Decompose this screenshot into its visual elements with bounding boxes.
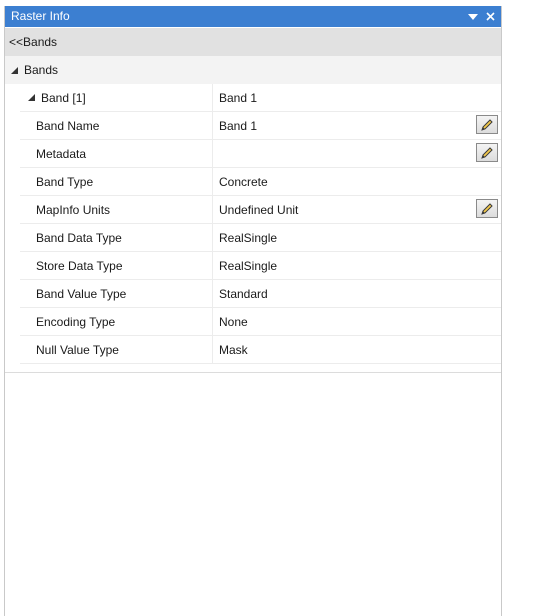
property-name: MapInfo Units [20, 196, 213, 223]
collapse-triangle-icon[interactable] [11, 66, 18, 74]
property-name: Encoding Type [20, 308, 213, 335]
property-row[interactable]: MapInfo Units Undefined Unit [20, 196, 501, 224]
back-to-bands-link[interactable]: <<Bands [5, 28, 501, 56]
property-value[interactable]: Undefined Unit [213, 196, 501, 223]
property-name: Band Name [20, 112, 213, 139]
grid-bottom-divider [5, 372, 501, 373]
property-row[interactable]: Band Data Type RealSingle [20, 224, 501, 252]
chevron-down-icon[interactable] [465, 6, 481, 27]
edit-pencil-button[interactable] [476, 143, 498, 162]
property-row[interactable]: Band Type Concrete [20, 168, 501, 196]
property-value[interactable]: RealSingle [213, 252, 501, 279]
pencil-icon [481, 202, 493, 215]
band-row[interactable]: Band [1] Band 1 [20, 84, 501, 112]
group-label: Bands [24, 63, 59, 77]
property-value[interactable]: RealSingle [213, 224, 501, 251]
panel-titlebar: Raster Info [5, 6, 501, 27]
edit-pencil-button[interactable] [476, 199, 498, 218]
property-name: Band Data Type [20, 224, 213, 251]
property-value[interactable]: Band 1 [213, 112, 501, 139]
property-name: Band Value Type [20, 280, 213, 307]
property-name: Null Value Type [20, 336, 213, 363]
property-row[interactable]: Store Data Type RealSingle [20, 252, 501, 280]
pencil-icon [481, 146, 493, 159]
property-row[interactable]: Encoding Type None [20, 308, 501, 336]
band-label: Band [1] [41, 90, 86, 105]
property-row[interactable]: Null Value Type Mask [20, 336, 501, 364]
pencil-icon [481, 118, 493, 131]
property-value[interactable]: None [213, 308, 501, 335]
property-row[interactable]: Metadata [20, 140, 501, 168]
property-name: Metadata [20, 140, 213, 167]
property-row[interactable]: Band Name Band 1 [20, 112, 501, 140]
collapse-triangle-icon[interactable] [28, 94, 35, 101]
raster-info-panel: Raster Info <<Bands Bands Band [1] Band … [4, 6, 502, 616]
property-row[interactable]: Band Value Type Standard [20, 280, 501, 308]
property-value[interactable] [213, 140, 501, 167]
edit-pencil-button[interactable] [476, 115, 498, 134]
panel-title: Raster Info [11, 9, 70, 23]
group-row-bands[interactable]: Bands [5, 56, 501, 84]
property-grid: Bands Band [1] Band 1 Band Name Band 1 Met… [5, 56, 501, 616]
band-value: Band 1 [219, 90, 258, 105]
close-icon[interactable] [482, 6, 498, 27]
property-name: Store Data Type [20, 252, 213, 279]
band-label-cell: Band [1] [20, 84, 213, 111]
property-value[interactable]: Mask [213, 336, 501, 363]
property-value[interactable]: Standard [213, 280, 501, 307]
property-value[interactable]: Concrete [213, 168, 501, 195]
property-name: Band Type [20, 168, 213, 195]
